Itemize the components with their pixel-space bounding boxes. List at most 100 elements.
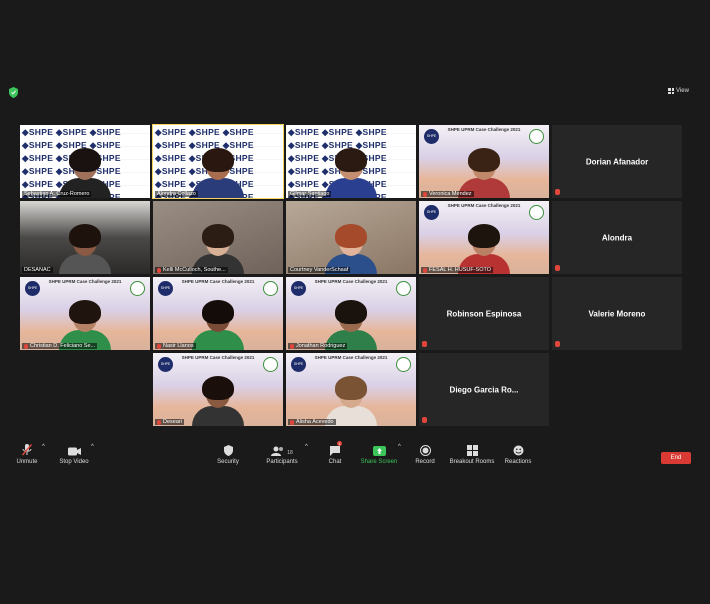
participant-tile[interactable]: Alondra	[552, 201, 682, 274]
security-button[interactable]: Security	[215, 444, 241, 465]
share-screen-button[interactable]: Share Screen	[360, 444, 398, 465]
record-label: Record	[415, 459, 435, 465]
participant-name: Alisha Acevedo	[296, 419, 334, 425]
muted-microphone-icon	[157, 419, 161, 425]
participants-icon	[271, 446, 284, 456]
shpe-logo: SHPE	[424, 129, 439, 144]
reactions-label: Reactions	[504, 459, 532, 465]
participant-name: Sebastian A. Cruz-Romero	[24, 191, 90, 197]
video-options-caret[interactable]: ^	[91, 444, 94, 450]
view-button[interactable]: View	[668, 88, 689, 94]
participant-video	[192, 376, 244, 426]
participant-name: Jonathan Rodriguez	[296, 343, 346, 349]
muted-microphone-icon	[555, 341, 560, 347]
university-seal	[130, 281, 145, 296]
grid-view-icon	[668, 88, 674, 94]
participant-tile[interactable]: SHPE UPRM Case Challenge 2021 SHPE Veronic…	[419, 125, 549, 198]
participant-name: Diego Garcia Ro...	[449, 385, 519, 394]
reactions-button[interactable]: Reactions	[504, 444, 532, 465]
participant-name-label: Christian D. Feliciano Se...	[22, 343, 98, 349]
video-camera-icon	[67, 447, 81, 456]
chat-bubble-icon	[330, 446, 340, 456]
participant-name-label: Jonathan Rodriguez	[288, 343, 348, 349]
participant-name: Alondra	[601, 233, 633, 242]
end-meeting-button[interactable]: End	[661, 452, 691, 464]
participant-name: Deseari	[163, 419, 182, 425]
participant-name: Robinson Espinosa	[446, 309, 522, 318]
participants-button[interactable]: 18 Participants	[264, 444, 300, 465]
participant-video	[325, 148, 377, 198]
chat-button[interactable]: 1 Chat	[324, 441, 346, 465]
participant-tile[interactable]: Robinson Espinosa	[419, 277, 549, 350]
participant-name-label: Gilmar Santiago	[288, 191, 332, 197]
muted-microphone-icon	[290, 419, 294, 425]
microphone-muted-icon	[22, 444, 32, 456]
participant-video	[192, 148, 244, 198]
university-seal	[396, 281, 411, 296]
participant-name: Dorian Afanador	[585, 157, 649, 166]
shpe-logo: SHPE	[291, 281, 306, 296]
participant-name: Nasir Llanos	[163, 343, 194, 349]
reactions-emoji-icon	[513, 445, 523, 456]
participant-tile[interactable]: Diego Garcia Ro...	[419, 353, 549, 426]
participant-name-label: Alisha Acevedo	[288, 419, 336, 425]
muted-microphone-icon	[422, 417, 427, 423]
muted-microphone-icon	[423, 191, 427, 197]
security-shield-icon	[223, 445, 233, 456]
participant-tile[interactable]: Dorian Afanador	[552, 125, 682, 198]
university-seal	[396, 357, 411, 372]
muted-microphone-icon	[157, 343, 161, 349]
participant-tile[interactable]: Valerie Moreno	[552, 277, 682, 350]
participant-tile[interactable]: SHPE UPRM Case Challenge 2021 SHPE Alisha …	[286, 353, 416, 426]
shpe-logo: SHPE	[291, 357, 306, 372]
participant-tile[interactable]: SHPE UPRM Case Challenge 2021 SHPE FESAL H…	[419, 201, 549, 274]
view-label: View	[676, 88, 689, 94]
participant-tile[interactable]: SHPE UPRM Case Challenge 2021 SHPE Jonatha…	[286, 277, 416, 350]
muted-microphone-icon	[423, 267, 427, 273]
meeting-toolbar: Unmute ^ Stop Video ^ Security 18 Partic…	[0, 441, 710, 474]
participant-name: Gilmar Santiago	[290, 191, 330, 197]
muted-microphone-icon	[422, 341, 427, 347]
university-seal	[263, 357, 278, 372]
muted-microphone-icon	[555, 265, 560, 271]
participant-tile[interactable]: ◆SHPE ◆SHPE ◆SHPE ◆SHPE ◆SHPE ◆SHPE ◆SHP…	[152, 124, 284, 199]
participant-tile[interactable]: ◆SHPE ◆SHPE ◆SHPE ◆SHPE ◆SHPE ◆SHPE ◆SHP…	[286, 125, 416, 198]
shpe-logo: SHPE	[424, 205, 439, 220]
stop-video-label: Stop Video	[59, 459, 89, 465]
participant-tile[interactable]: SHPE UPRM Case Challenge 2021 SHPE Nasir L…	[153, 277, 283, 350]
audio-options-caret[interactable]: ^	[42, 444, 45, 450]
participant-name-label: Veronica Mendez	[421, 191, 474, 197]
participant-tile[interactable]: SHPE UPRM Case Challenge 2021 SHPE Deseari	[153, 353, 283, 426]
participant-name: Alondra Collazo	[157, 191, 196, 197]
participants-options-caret[interactable]: ^	[305, 444, 308, 450]
shield-icon[interactable]	[9, 87, 18, 98]
muted-microphone-icon	[555, 189, 560, 195]
participant-tile[interactable]: DESANAC	[20, 201, 150, 274]
unmute-button[interactable]: Unmute	[16, 444, 38, 465]
participant-name: Kelli McCulloch, Southe...	[163, 267, 226, 273]
security-label: Security	[217, 459, 239, 465]
participant-tile[interactable]: ◆SHPE ◆SHPE ◆SHPE ◆SHPE ◆SHPE ◆SHPE ◆SHP…	[20, 125, 150, 198]
participant-video	[192, 300, 244, 350]
participant-tile[interactable]: Courtney VanderSchaaf	[286, 201, 416, 274]
participant-name: Courtney VanderSchaaf	[290, 267, 349, 273]
breakout-rooms-button[interactable]: Breakout Rooms	[449, 444, 495, 465]
participant-name-label: Nasir Llanos	[155, 343, 196, 349]
participant-name-label: Courtney VanderSchaaf	[288, 267, 351, 273]
record-icon	[419, 445, 431, 456]
participant-name-label: Alondra Collazo	[155, 191, 198, 197]
shpe-logo: SHPE	[158, 357, 173, 372]
chat-badge: 1	[337, 441, 343, 446]
chat-label: Chat	[328, 459, 342, 465]
participant-tile[interactable]: SHPE UPRM Case Challenge 2021 SHPE Christi…	[20, 277, 150, 350]
university-seal	[529, 205, 544, 220]
share-screen-label: Share Screen	[360, 459, 398, 465]
stop-video-button[interactable]: Stop Video	[58, 444, 90, 465]
share-options-caret[interactable]: ^	[398, 444, 401, 450]
participant-tile[interactable]: Kelli McCulloch, Southe...	[153, 201, 283, 274]
participant-name-label: Kelli McCulloch, Southe...	[155, 267, 228, 273]
record-button[interactable]: Record	[413, 444, 437, 465]
participant-name: DESANAC	[24, 267, 51, 273]
shpe-logo: SHPE	[25, 281, 40, 296]
participant-name: Valerie Moreno	[588, 309, 646, 318]
